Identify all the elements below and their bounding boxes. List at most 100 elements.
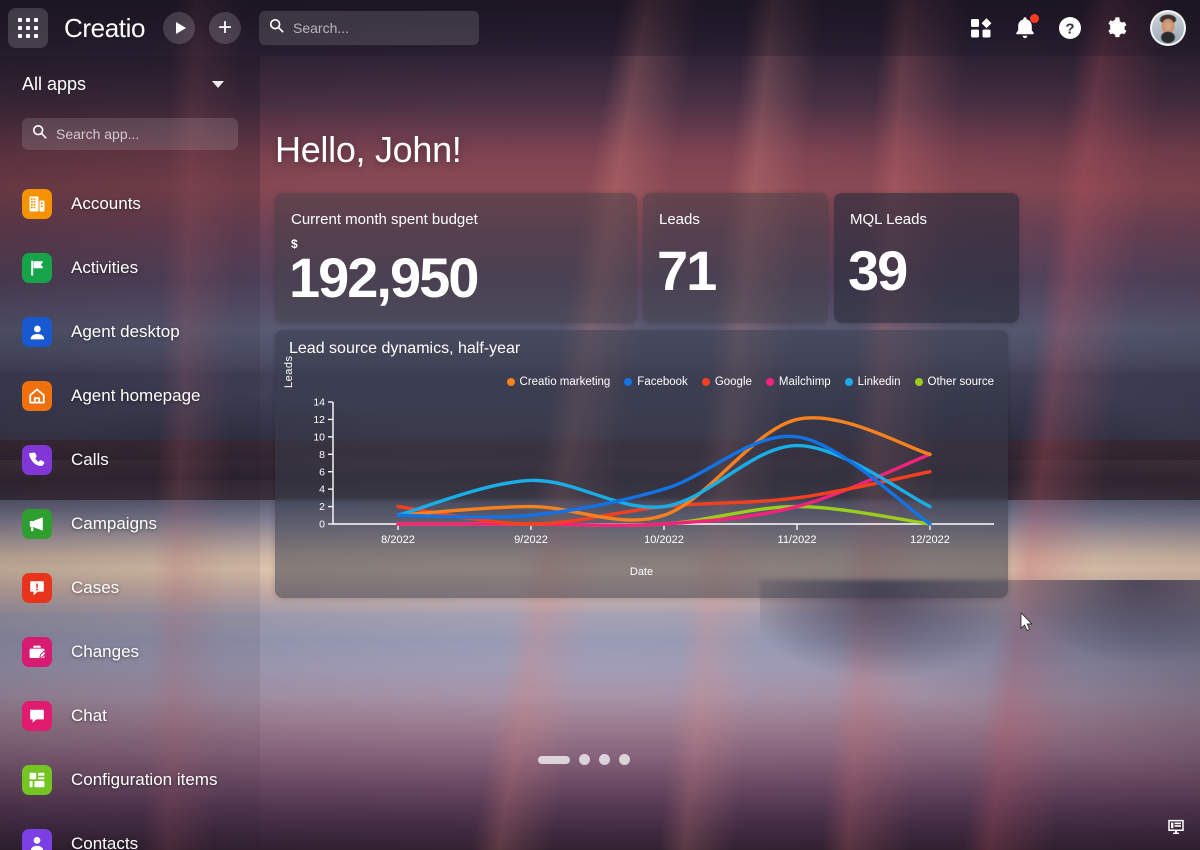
legend-label: Facebook — [637, 376, 688, 388]
pagination-dot[interactable] — [579, 754, 590, 765]
creatio-app-window: Creatio + Search... ? All apps Search ap… — [0, 0, 1200, 850]
svg-text:?: ? — [1065, 21, 1074, 38]
kpi-card-leads[interactable]: Leads 71 — [643, 193, 828, 323]
sidebar-item-label: Changes — [71, 642, 140, 661]
sidebar-item-label: Agent desktop — [71, 322, 180, 341]
chat-bubble-icon — [22, 701, 52, 731]
chart-y-tick: 8 — [319, 449, 325, 461]
sidebar-item-chat[interactable]: Chat — [0, 684, 260, 748]
building-icon — [22, 189, 52, 219]
chart-y-tick: 2 — [319, 501, 325, 513]
legend-item-other-source[interactable]: Other source — [914, 376, 994, 388]
sidebar-item-activities[interactable]: Activities — [0, 236, 260, 300]
app-search[interactable] — [22, 118, 238, 150]
workspace-label: All apps — [22, 73, 87, 94]
megaphone-icon — [22, 509, 52, 539]
question-mark-icon[interactable]: ? — [1058, 16, 1082, 40]
avatar-face — [1153, 13, 1183, 44]
top-bar: Creatio + Search... ? — [0, 0, 1200, 56]
pagination-dot[interactable] — [619, 754, 630, 765]
chart-plot-area[interactable]: 0 2 4 6 8 10 12 14 8/2022 9/2022 10/2022 11/2022 12/… — [275, 394, 1008, 554]
legend-item-creatio-marketing[interactable]: Creatio marketing — [506, 376, 611, 388]
add-button[interactable]: + — [209, 12, 242, 44]
avatar[interactable] — [1150, 10, 1186, 46]
legend-item-google[interactable]: Google — [701, 376, 752, 388]
sidebar-item-label: Cases — [71, 578, 120, 597]
legend-item-facebook[interactable]: Facebook — [624, 376, 688, 388]
chart-x-tick: 12/2022 — [910, 534, 950, 546]
kpi-value: 192,950 — [289, 246, 479, 309]
sidebar-item-label: Campaigns — [71, 514, 157, 533]
home-icon — [22, 381, 52, 411]
sidebar-item-label: Contacts — [71, 834, 139, 850]
toolbox-edit-icon — [22, 637, 52, 667]
bell-icon[interactable] — [1014, 14, 1039, 40]
chart-y-tick: 4 — [319, 484, 325, 496]
brand-text: Creatio — [64, 12, 146, 43]
sidebar-item-agent-homepage[interactable]: Agent homepage — [0, 364, 260, 428]
apps-grid-icon — [18, 18, 38, 38]
chart-y-tick: 6 — [319, 466, 325, 478]
brand-logo[interactable]: Creatio — [64, 13, 145, 44]
sidebar-item-cases[interactable]: Cases — [0, 556, 260, 620]
chart-y-tick: 14 — [313, 397, 325, 409]
sidebar-item-agent-desktop[interactable]: Agent desktop — [0, 300, 260, 364]
brand-swoosh-icon — [110, 10, 132, 19]
kpi-value: 71 — [657, 239, 717, 302]
kpi-card-current-month-spent-budget[interactable]: Current month spent budget $192,950 — [275, 193, 637, 323]
chart-y-axis-label: Leads — [283, 355, 295, 388]
page-title: Hello, John! — [275, 129, 462, 170]
apps-grid-button[interactable] — [8, 8, 48, 48]
search-input[interactable] — [293, 20, 470, 36]
legend-label: Creatio marketing — [519, 376, 611, 388]
pagination-dot-active[interactable] — [538, 755, 570, 764]
kpi-row: Current month spent budget $192,950 Leads 7… — [275, 193, 1019, 323]
kpi-title: MQL Leads — [850, 211, 927, 228]
run-process-button[interactable] — [163, 12, 196, 44]
chart-x-tick: 10/2022 — [644, 534, 684, 546]
flag-icon — [22, 253, 52, 283]
sidebar-item-configuration-items[interactable]: Configuration items — [0, 748, 260, 812]
legend-item-mailchimp[interactable]: Mailchimp — [765, 376, 831, 388]
main-content: Hello, John! Current month spent budget $… — [260, 56, 1200, 850]
display-monitor-icon[interactable] — [1168, 819, 1184, 840]
app-list: Accounts Activities Agent desktop Agent hom… — [0, 172, 260, 850]
kpi-card-mql-leads[interactable]: MQL Leads 39 — [834, 193, 1019, 323]
sidebar-item-label: Chat — [71, 706, 107, 725]
search-icon — [32, 124, 47, 144]
legend-swatch — [914, 378, 923, 386]
sidebar-item-calls[interactable]: Calls — [0, 428, 260, 492]
kpi-title: Leads — [659, 211, 700, 228]
chevron-down-icon — [212, 80, 224, 88]
pagination-dot[interactable] — [599, 754, 610, 765]
sidebar-item-campaigns[interactable]: Campaigns — [0, 492, 260, 556]
sidebar-item-label: Configuration items — [71, 770, 218, 789]
gear-icon[interactable] — [1104, 16, 1128, 40]
legend-swatch — [844, 378, 853, 386]
legend-swatch — [765, 378, 774, 386]
phone-icon — [22, 445, 52, 475]
chart-series-creatio-marketing — [396, 416, 932, 522]
chart-y-tick: 10 — [313, 431, 325, 443]
sidebar-item-label: Calls — [71, 450, 109, 469]
legend-item-linkedin[interactable]: Linkedin — [844, 376, 901, 388]
notification-badge — [1030, 14, 1039, 23]
sidebar-item-accounts[interactable]: Accounts — [0, 172, 260, 236]
dashboard-tiles-icon[interactable] — [970, 17, 992, 39]
case-alert-icon — [22, 573, 52, 603]
top-bar-actions: ? — [970, 10, 1186, 46]
chart-x-tick: 9/2022 — [514, 534, 548, 546]
global-search[interactable] — [259, 11, 480, 45]
chart-title: Lead source dynamics, half-year — [289, 340, 521, 357]
plus-icon: + — [218, 14, 233, 41]
app-search-input[interactable] — [56, 126, 228, 142]
legend-label: Other source — [927, 376, 994, 388]
sidebar-item-label: Activities — [71, 258, 139, 277]
workspace-selector[interactable]: All apps — [0, 66, 260, 102]
sidebar-item-contacts[interactable]: Contacts — [0, 812, 260, 850]
agent-headset-icon — [22, 317, 52, 347]
legend-label: Mailchimp — [778, 376, 831, 388]
sidebar-item-changes[interactable]: Changes — [0, 620, 260, 684]
person-icon — [22, 829, 52, 850]
config-blocks-icon — [22, 765, 52, 795]
